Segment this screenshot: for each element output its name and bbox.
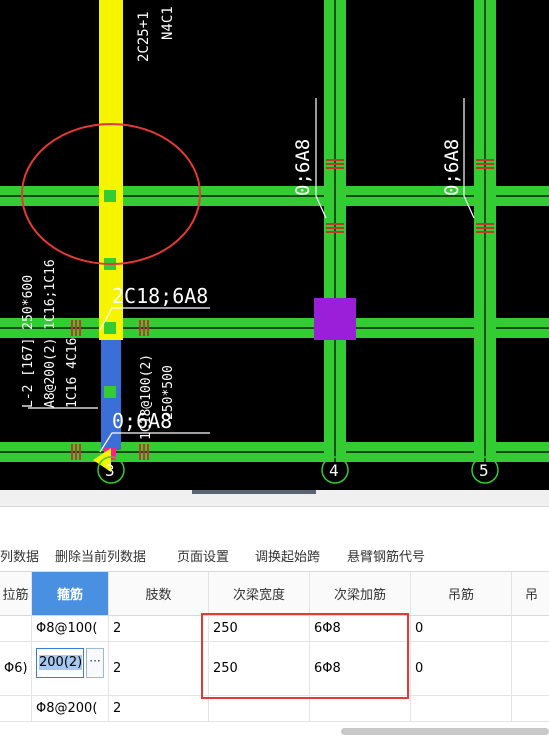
column-header-legs[interactable]: 肢数 xyxy=(109,572,209,616)
span-note-b: 0;6A8 xyxy=(441,139,463,196)
cell-tie-bar[interactable] xyxy=(0,616,32,641)
cell-hanger-more[interactable] xyxy=(512,642,549,695)
span-note-a: 0;6A8 xyxy=(292,139,314,196)
top-beam-label-1: 2C25+1 xyxy=(136,11,152,62)
annotation-highlight-box xyxy=(201,613,409,699)
vertical-label-1: L-2 [167] 250*600 xyxy=(21,275,36,408)
cell-tie-bar[interactable]: Φ6) xyxy=(0,642,32,695)
column[interactable] xyxy=(314,298,356,340)
scrollbar-thumb[interactable] xyxy=(341,728,549,735)
splitter-handle[interactable] xyxy=(192,490,316,494)
support-node[interactable] xyxy=(104,190,116,202)
leader-lines xyxy=(28,98,475,453)
panel-header-area xyxy=(0,507,549,537)
table-toolbar: 列数据 删除当前列数据 页面设置 调换起始跨 悬臂钢筋代号 xyxy=(0,537,549,572)
support-node[interactable] xyxy=(104,322,116,334)
cell-stirrup[interactable]: Φ8@200( xyxy=(32,696,109,721)
cell-hanger-bar[interactable]: 0 xyxy=(411,642,512,695)
cell-stirrup[interactable]: Φ8@100( xyxy=(32,616,109,641)
cell-beam-width[interactable] xyxy=(209,696,310,721)
toolbar-item-swap-start-span[interactable]: 调换起始跨 xyxy=(255,546,320,565)
beam-main-label: 2C18;6A8 xyxy=(112,284,208,308)
toolbar-item-cantilever-code[interactable]: 悬臂钢筋代号 xyxy=(347,546,425,565)
cell-hanger-more[interactable] xyxy=(512,616,549,641)
cad-drawing[interactable]: 2C25+1 N4C1 0;6A8 0;6A8 2C18;6A8 0;6A8 L… xyxy=(0,0,549,490)
cad-drawing-canvas[interactable]: 2C25+1 N4C1 0;6A8 0;6A8 2C18;6A8 0;6A8 L… xyxy=(0,0,549,490)
cell-hanger-bar[interactable]: 0 xyxy=(411,616,512,641)
cell-legs[interactable]: 2 xyxy=(109,616,209,641)
column-header-hanger-bar[interactable]: 吊筋 xyxy=(411,572,512,616)
vertical-label-4: 1C18@100(2) xyxy=(139,354,154,440)
cell-legs[interactable]: 2 xyxy=(109,696,209,721)
column-header-secondary-beam-width[interactable]: 次梁宽度 xyxy=(209,572,310,616)
axis-label-5: 5 xyxy=(479,461,489,480)
stirrup-edit-value: 200(2) xyxy=(39,655,83,670)
cell-hanger-more[interactable] xyxy=(512,696,549,721)
cell-legs[interactable]: 2 xyxy=(109,642,209,695)
cell-tie-bar[interactable] xyxy=(0,696,32,721)
toolbar-item-delete-column-data[interactable]: 删除当前列数据 xyxy=(55,546,146,565)
stirrup-edit-input[interactable]: 200(2) xyxy=(36,648,84,678)
column-header-stirrup[interactable]: 箍筋 xyxy=(32,572,109,616)
column-header-hanger-more[interactable]: 吊 xyxy=(512,572,549,616)
toolbar-item-column-data[interactable]: 列数据 xyxy=(0,546,39,565)
toolbar-item-page-setup[interactable]: 页面设置 xyxy=(177,546,229,565)
axis-label-4: 4 xyxy=(329,461,339,480)
cell-hanger-bar[interactable] xyxy=(411,696,512,721)
column-header-secondary-beam-rebar[interactable]: 次梁加筋 xyxy=(310,572,411,616)
table-row[interactable]: Φ8@200( 2 xyxy=(0,696,549,722)
axis-label-3: 3 xyxy=(105,461,115,480)
vertical-label-2: A8@200(2) 1C16;1C16 xyxy=(43,259,58,408)
more-options-button[interactable]: ··· xyxy=(86,648,104,678)
vertical-label-5: 250*500 xyxy=(161,365,176,420)
horizontal-scrollbar[interactable] xyxy=(0,722,549,741)
top-beam-label-2: N4C1 xyxy=(160,6,176,40)
support-node[interactable] xyxy=(104,386,116,398)
column-header-tie-bar[interactable]: 拉筋 xyxy=(0,572,32,616)
panel-splitter[interactable] xyxy=(0,490,549,507)
vertical-label-3: 1C16 4C16 xyxy=(65,338,80,408)
cell-beam-rebar[interactable] xyxy=(310,696,411,721)
